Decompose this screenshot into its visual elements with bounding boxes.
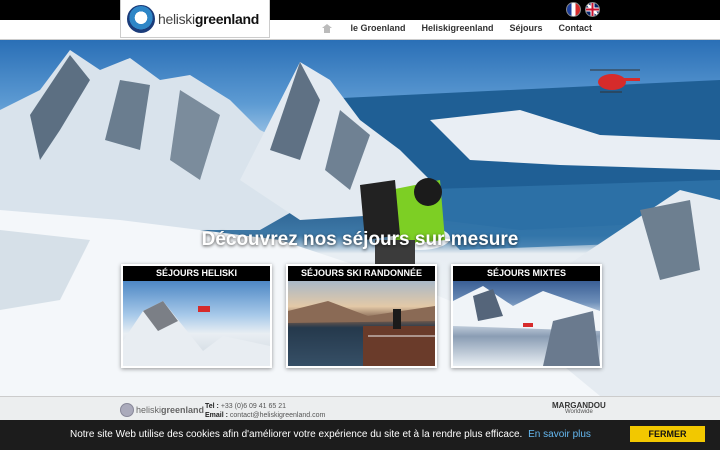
card-mixtes[interactable]: SÉJOURS MIXTES xyxy=(451,264,602,368)
stay-cards: SÉJOURS HELISKI SÉJOURS SKI RANDONNÉE SÉ… xyxy=(121,264,602,368)
nav-item-heliskigreenland[interactable]: Heliskigreenland xyxy=(421,23,493,33)
cookie-message: Notre site Web utilise des cookies afin … xyxy=(70,429,523,440)
hero-title: Découvrez nos séjours sur-mesure xyxy=(201,229,519,250)
card-heliski-title: SÉJOURS HELISKI xyxy=(123,266,270,281)
card-ski-randonnee-title: SÉJOURS SKI RANDONNÉE xyxy=(288,266,435,281)
partner-sub: Worldwide xyxy=(564,409,593,415)
footer-contact: Tel : +33 (0)6 09 41 65 21 Email : conta… xyxy=(205,402,325,420)
uk-flag-icon[interactable] xyxy=(585,2,600,17)
card-heliski[interactable]: SÉJOURS HELISKI xyxy=(121,264,272,368)
card-mixtes-title: SÉJOURS MIXTES xyxy=(453,266,600,281)
nav-item-contact[interactable]: Contact xyxy=(559,23,593,33)
logo-text-light: heliski xyxy=(158,10,195,27)
cookie-close-button[interactable]: FERMER xyxy=(630,426,705,442)
card-ski-randonnee[interactable]: SÉJOURS SKI RANDONNÉE xyxy=(286,264,437,368)
logo-text-bold: greenland xyxy=(194,10,260,27)
footer: heliskigreenland Tel : +33 (0)6 09 41 65… xyxy=(0,396,720,420)
footer-logo-text-bold: greenland xyxy=(161,405,205,415)
email-value[interactable]: contact@heliskigreenland.com xyxy=(230,412,325,419)
logo-emblem-icon xyxy=(127,4,155,33)
card-heliski-image[interactable] xyxy=(123,281,270,366)
hero-banner: Découvrez nos séjours sur-mesure SÉJOURS… xyxy=(0,40,720,396)
tel-value[interactable]: +33 (0)6 09 41 65 21 xyxy=(221,403,286,410)
site-logo[interactable]: heliskigreenland xyxy=(120,0,270,38)
main-nav: le Groenland Heliskigreenland Séjours Co… xyxy=(322,23,592,33)
footer-logo-text-light: heliski xyxy=(136,405,162,415)
nav-item-sejours[interactable]: Séjours xyxy=(509,23,542,33)
nav-item-groenland[interactable]: le Groenland xyxy=(350,23,405,33)
email-label: Email : xyxy=(205,412,228,419)
partner-logo[interactable]: MARGANDOU Worldwide xyxy=(552,402,606,416)
language-switcher xyxy=(566,2,600,17)
footer-logo-emblem-icon xyxy=(120,403,134,417)
footer-logo[interactable]: heliskigreenland xyxy=(120,403,204,417)
tel-label: Tel : xyxy=(205,403,219,410)
card-ski-randonnee-image[interactable] xyxy=(288,281,435,366)
cookie-learn-more-link[interactable]: En savoir plus xyxy=(528,429,591,440)
home-icon[interactable] xyxy=(322,23,333,33)
top-bar xyxy=(0,0,720,20)
french-flag-icon[interactable] xyxy=(566,2,581,17)
nav-bar: le Groenland Heliskigreenland Séjours Co… xyxy=(0,20,720,40)
cookie-banner: Notre site Web utilise des cookies afin … xyxy=(0,420,720,450)
partner-name: MARGANDOU xyxy=(552,401,606,410)
card-mixtes-image[interactable] xyxy=(453,281,600,366)
